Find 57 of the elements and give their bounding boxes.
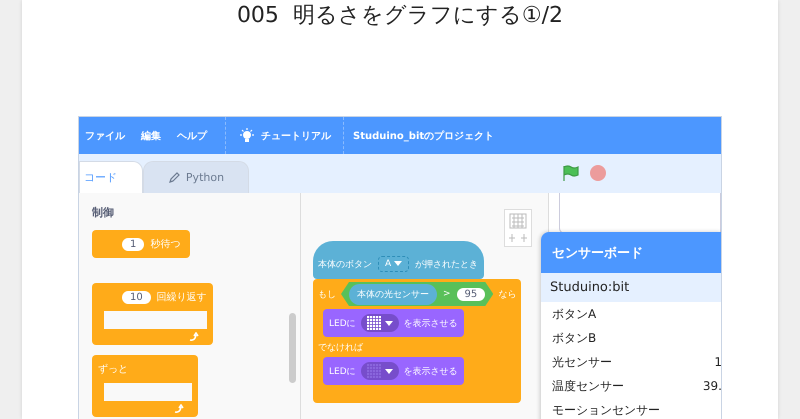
sensor-value: 1 bbox=[714, 355, 721, 369]
loop-arrow-icon bbox=[174, 404, 184, 414]
block-label: を表示させる bbox=[404, 366, 458, 378]
pattern-dropdown[interactable] bbox=[360, 314, 399, 332]
caret-icon bbox=[384, 368, 393, 374]
category-label: 制御 bbox=[92, 205, 115, 220]
editor-tab[interactable]: Python bbox=[143, 161, 249, 193]
sensor-label: モーションセンサー bbox=[552, 402, 660, 418]
page-title: 005 明るさをグラフにする①/2 bbox=[236, 2, 564, 30]
button-dropdown[interactable]: A bbox=[378, 256, 410, 272]
block-label: ずっと bbox=[98, 362, 128, 376]
menu-item[interactable]: ファイル bbox=[79, 128, 135, 142]
block-label: が押されたとき bbox=[415, 258, 478, 270]
editor-tab[interactable]: コード bbox=[79, 161, 143, 193]
loop-block[interactable]: ずっと bbox=[92, 355, 198, 417]
sensor-label: 光センサー bbox=[552, 354, 612, 370]
block-label: LEDに bbox=[329, 366, 356, 378]
block-label: 秒待つ bbox=[150, 238, 180, 251]
project-title[interactable]: Studuino_bitのプロジェクト bbox=[353, 128, 494, 142]
scrollbar[interactable] bbox=[289, 313, 296, 383]
comparison-block[interactable]: 本体の光センサー > 95 bbox=[341, 282, 494, 306]
block-label: 本体のボタン bbox=[318, 258, 372, 270]
led-block[interactable]: LEDに を表示させる bbox=[323, 357, 464, 385]
loop-block[interactable]: 10 回繰り返す bbox=[92, 283, 213, 345]
block-label: LEDに bbox=[329, 318, 356, 330]
panel-title: センサーボード bbox=[541, 232, 721, 273]
tutorial-link[interactable]: チュートリアル bbox=[261, 128, 331, 142]
lightbulb-icon bbox=[239, 128, 255, 144]
number-input[interactable]: 1 bbox=[122, 238, 144, 250]
pattern-dropdown[interactable] bbox=[360, 362, 399, 380]
menu-item[interactable]: ヘルプ bbox=[171, 128, 217, 142]
wait-block[interactable]: 1 秒待つ bbox=[92, 230, 190, 258]
device-name: Studuino:bit bbox=[541, 273, 721, 302]
device-thumbnail-icon bbox=[504, 209, 532, 247]
block-label: もし bbox=[318, 288, 336, 300]
led-block[interactable]: LEDに を表示させる bbox=[323, 309, 464, 337]
flag-icon[interactable] bbox=[561, 164, 579, 182]
if-else-block[interactable]: もし 本体の光センサー > 95 なら LEDに を表示させる でなければ LEDに を表示させる bbox=[313, 279, 521, 403]
block-label: でなければ bbox=[318, 342, 363, 354]
sensor-label: ボタンA bbox=[552, 306, 596, 322]
sensor-label: 温度センサー bbox=[552, 378, 624, 394]
sensor-label: ボタンB bbox=[552, 330, 596, 346]
stop-icon[interactable] bbox=[589, 164, 607, 182]
caret-icon bbox=[384, 320, 393, 326]
sensor-reporter[interactable]: 本体の光センサー bbox=[349, 284, 437, 304]
number-input[interactable]: 95 bbox=[456, 288, 486, 300]
block-label: 回繰り返す bbox=[156, 290, 207, 304]
pencil-icon bbox=[168, 172, 180, 184]
operator-label: > bbox=[443, 289, 451, 299]
block-label: を表示させる bbox=[404, 318, 458, 330]
number-input[interactable]: 10 bbox=[122, 290, 151, 304]
caret-icon bbox=[394, 261, 402, 266]
sensor-value: 39. bbox=[702, 379, 721, 393]
block-label: なら bbox=[498, 288, 516, 300]
event-hat-block[interactable]: 本体のボタン A が押されたとき bbox=[313, 241, 484, 279]
loop-arrow-icon bbox=[188, 332, 199, 342]
menu-item[interactable]: 編集 bbox=[135, 128, 171, 142]
